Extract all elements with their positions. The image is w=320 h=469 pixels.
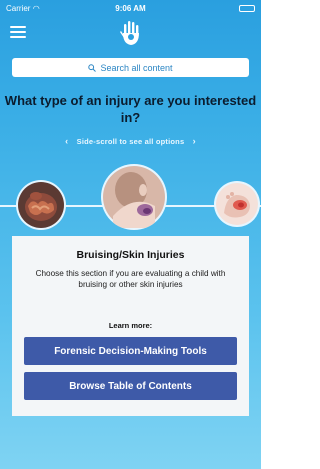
status-bar: Carrier ◠ 9:06 AM — [0, 0, 261, 18]
hand-logo-icon — [120, 21, 139, 45]
chevron-left-icon: ‹ — [65, 136, 69, 146]
clock: 9:06 AM — [115, 4, 146, 13]
browse-toc-button[interactable]: Browse Table of Contents — [24, 372, 237, 400]
scroll-hint: ‹ Side-scroll to see all options › — [0, 136, 261, 146]
page-title: What type of an injury are you intereste… — [4, 93, 257, 125]
category-description: Choose this section if you are evaluatin… — [35, 269, 226, 289]
hamburger-menu-icon[interactable] — [10, 26, 26, 39]
carousel-item-abdominal[interactable] — [16, 180, 66, 230]
carousel-item-foot[interactable] — [214, 181, 260, 227]
nav-bar — [0, 18, 261, 50]
app-screen: Carrier ◠ 9:06 AM Search all content Wha… — [0, 0, 261, 469]
category-title: Bruising/Skin Injuries — [76, 249, 185, 261]
bruised-child-icon — [103, 166, 165, 228]
injured-foot-icon — [216, 183, 258, 225]
search-input[interactable]: Search all content — [12, 58, 249, 77]
chevron-right-icon: › — [192, 136, 196, 146]
search-icon — [88, 63, 97, 72]
forensic-tools-button[interactable]: Forensic Decision-Making Tools — [24, 337, 237, 365]
abdominal-organs-icon — [18, 182, 64, 228]
scroll-hint-text: Side-scroll to see all options — [76, 137, 185, 146]
carousel-item-bruising[interactable] — [101, 164, 167, 230]
search-placeholder: Search all content — [100, 62, 173, 73]
battery-icon — [239, 5, 255, 12]
learn-more-label: Learn more: — [108, 321, 153, 330]
category-detail-card: Bruising/Skin Injuries Choose this secti… — [12, 236, 249, 416]
